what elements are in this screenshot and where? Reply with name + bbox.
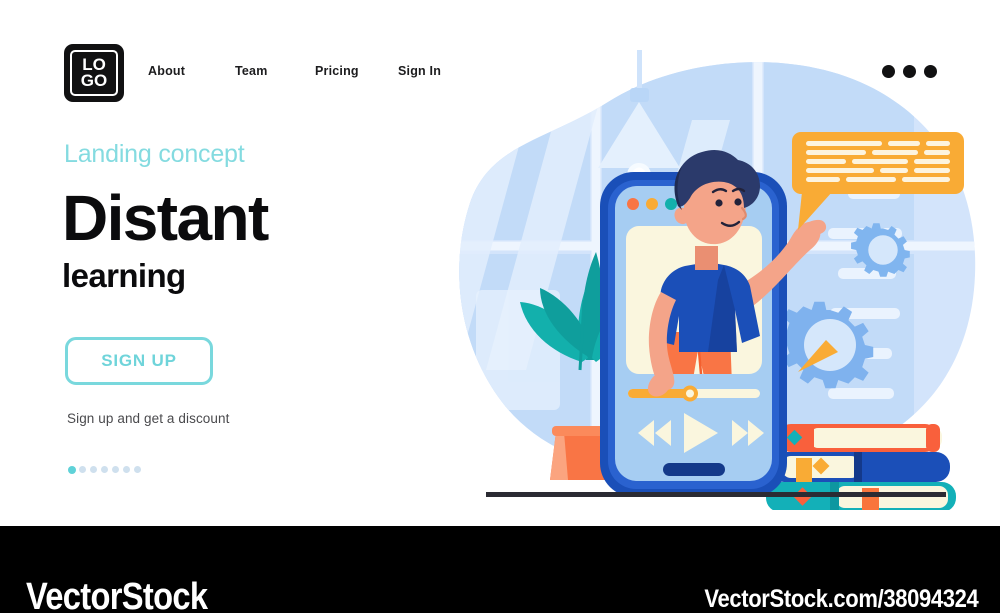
carousel-dot-0[interactable] xyxy=(68,465,76,474)
distant-learning-illustration xyxy=(430,40,1000,510)
home-indicator xyxy=(663,463,725,476)
sign-up-button[interactable]: SIGN UP xyxy=(65,337,213,385)
ground-line xyxy=(486,492,946,497)
carousel-dot-1[interactable] xyxy=(79,466,86,473)
window-dots xyxy=(627,198,677,210)
bookmark xyxy=(862,488,879,510)
hero-eyebrow: Landing concept xyxy=(64,140,245,168)
logo[interactable]: LO GO xyxy=(64,44,124,102)
books-stack xyxy=(766,424,956,510)
vectorstock-brand: VectorStock xyxy=(26,576,208,613)
hero-title-line1: Distant xyxy=(62,182,269,254)
nav-item-pricing[interactable]: Pricing xyxy=(315,64,359,78)
watermark-footer: VectorStock VectorStock.com/38094324 xyxy=(0,526,1000,613)
carousel-dot-2[interactable] xyxy=(90,466,97,473)
carousel-dot-6[interactable] xyxy=(134,466,141,473)
logo-inner-border: LO GO xyxy=(70,50,118,96)
cta-subtext: Sign up and get a discount xyxy=(67,411,230,426)
landing-page: LO GO About Team Pricing Sign In Landing… xyxy=(0,0,1000,613)
nav-item-about[interactable]: About xyxy=(148,64,185,78)
nav-item-team[interactable]: Team xyxy=(235,64,268,78)
carousel-dot-4[interactable] xyxy=(112,466,119,473)
vectorstock-url: VectorStock.com/38094324 xyxy=(703,585,978,613)
book-top xyxy=(778,424,942,452)
carousel-dot-3[interactable] xyxy=(101,466,108,473)
hero-title-line2: learning xyxy=(62,257,186,294)
carousel-dot-5[interactable] xyxy=(123,466,130,473)
logo-text-bottom: GO xyxy=(80,71,108,90)
